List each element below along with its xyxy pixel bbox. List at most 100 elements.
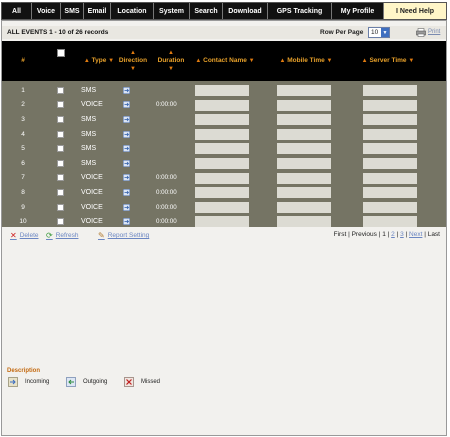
sort-up-icon: ▲ <box>130 50 136 56</box>
event-type: VOICE <box>81 101 103 109</box>
sort-up-icon: ▲ <box>83 58 90 64</box>
server-time-field[interactable] <box>363 114 417 126</box>
pager-last: Last <box>427 231 440 238</box>
contact-name-field[interactable] <box>195 187 249 199</box>
col-duration[interactable]: ▲ Duration ▼ <box>155 41 187 81</box>
row-number: 9 <box>21 203 25 211</box>
col-contact-label: Contact Name <box>203 57 247 64</box>
contact-name-field[interactable] <box>195 85 249 96</box>
server-time-field[interactable] <box>363 158 417 169</box>
col-type[interactable]: ▲ Type ▼ <box>82 41 116 81</box>
mobile-time-field[interactable] <box>277 187 331 199</box>
server-time-field[interactable] <box>363 201 417 213</box>
tab-system[interactable]: System <box>154 3 190 19</box>
row-checkbox[interactable] <box>57 83 65 98</box>
table-row[interactable]: 6 SMS <box>2 156 446 171</box>
sort-down-icon: ▼ <box>168 66 174 72</box>
rows-per-page-label: Row Per Page <box>320 29 364 36</box>
tab-all[interactable]: All <box>2 3 32 19</box>
tab-voice[interactable]: Voice <box>32 3 61 19</box>
row-checkbox[interactable] <box>57 214 65 229</box>
direction-icon <box>123 156 133 171</box>
table-row[interactable]: 4 SMS <box>2 127 446 142</box>
direction-icon <box>123 141 133 156</box>
mobile-time-field[interactable] <box>277 128 331 140</box>
refresh-button[interactable]: ⟳ Refresh <box>46 231 78 240</box>
select-all-checkbox[interactable] <box>57 49 65 57</box>
mobile-time-field[interactable] <box>277 201 331 213</box>
grid-title: ALL EVENTS 1 - 10 of 26 records <box>7 29 109 36</box>
print-link[interactable]: Print <box>428 29 440 35</box>
col-mobile-time[interactable]: ▲ Mobile Time ▼ <box>276 41 336 81</box>
tab-my-profile[interactable]: My Profile <box>332 3 384 19</box>
mobile-time-field[interactable] <box>277 99 331 111</box>
contact-name-field[interactable] <box>195 201 249 213</box>
table-row[interactable]: 10 VOICE 0:00:00 <box>2 214 446 229</box>
report-setting-button[interactable]: ✎ Report Setting <box>98 231 149 240</box>
pager-next[interactable]: Next <box>409 231 422 238</box>
tab-search[interactable]: Search <box>190 3 223 19</box>
server-time-field[interactable] <box>363 187 417 199</box>
row-number: 1 <box>21 86 25 94</box>
contact-name-field[interactable] <box>195 143 249 155</box>
mobile-time-field[interactable] <box>277 216 331 228</box>
col-direction[interactable]: ▲ Direction ▼ <box>118 41 148 81</box>
contact-name-field[interactable] <box>195 172 249 184</box>
legend-incoming: Incoming <box>8 377 49 387</box>
tab-i-need-help[interactable]: I Need Help <box>384 3 446 19</box>
row-checkbox[interactable] <box>57 200 65 215</box>
printer-icon[interactable] <box>416 28 426 37</box>
contact-name-field[interactable] <box>195 114 249 126</box>
legend-outgoing-label: Outgoing <box>83 379 108 385</box>
row-checkbox[interactable] <box>57 98 65 113</box>
chevron-down-icon[interactable]: ▼ <box>381 28 389 37</box>
mobile-time-field[interactable] <box>277 114 331 126</box>
contact-name-field[interactable] <box>195 128 249 140</box>
server-time-field[interactable] <box>363 216 417 228</box>
table-row[interactable]: 9 VOICE 0:00:00 <box>2 200 446 215</box>
row-checkbox[interactable] <box>57 127 65 142</box>
table-row[interactable]: 2 VOICE 0:00:00 <box>2 98 446 113</box>
pager-first: First <box>333 231 347 238</box>
tab-sms[interactable]: SMS <box>61 3 84 19</box>
row-checkbox[interactable] <box>57 141 65 156</box>
row-checkbox[interactable] <box>57 156 65 171</box>
contact-name-field[interactable] <box>195 216 249 228</box>
event-type: SMS <box>81 130 97 138</box>
table-row[interactable]: 8 VOICE 0:00:00 <box>2 185 446 200</box>
server-time-field[interactable] <box>363 85 417 96</box>
server-time-field[interactable] <box>363 99 417 111</box>
col-contact-name[interactable]: ▲ Contact Name ▼ <box>192 41 258 81</box>
table-row[interactable]: 3 SMS <box>2 112 446 127</box>
event-type: VOICE <box>81 218 103 226</box>
row-number: 8 <box>21 188 25 196</box>
contact-name-field[interactable] <box>195 158 249 169</box>
server-time-field[interactable] <box>363 143 417 155</box>
row-checkbox[interactable] <box>57 185 65 200</box>
mobile-time-field[interactable] <box>277 85 331 96</box>
table-row[interactable]: 1 SMS <box>2 83 446 98</box>
sort-down-icon: ▼ <box>108 58 115 64</box>
server-time-field[interactable] <box>363 172 417 184</box>
contact-name-field[interactable] <box>195 99 249 111</box>
rows-per-page-select[interactable]: 10 ▼ <box>368 27 390 38</box>
server-time-field[interactable] <box>363 128 417 140</box>
mobile-time-field[interactable] <box>277 158 331 169</box>
mobile-time-field[interactable] <box>277 143 331 155</box>
table-row[interactable]: 5 SMS <box>2 141 446 156</box>
delete-label: Delete <box>19 232 39 239</box>
tab-location[interactable]: Location <box>111 3 154 19</box>
delete-button[interactable]: ✕ Delete <box>10 231 39 240</box>
tab-email[interactable]: Email <box>84 3 111 19</box>
table-row[interactable]: 7 VOICE 0:00:00 <box>2 171 446 186</box>
row-checkbox[interactable] <box>57 171 65 186</box>
mobile-time-field[interactable] <box>277 172 331 184</box>
row-checkbox[interactable] <box>57 112 65 127</box>
col-num: # <box>21 57 25 64</box>
tab-download[interactable]: Download <box>223 3 268 19</box>
event-type: VOICE <box>81 174 103 182</box>
col-server-time[interactable]: ▲ Server Time ▼ <box>357 41 419 81</box>
tab-gps-tracking[interactable]: GPS Tracking <box>268 3 332 19</box>
row-number: 5 <box>21 145 25 153</box>
report-setting-label: Report Setting <box>107 232 150 239</box>
